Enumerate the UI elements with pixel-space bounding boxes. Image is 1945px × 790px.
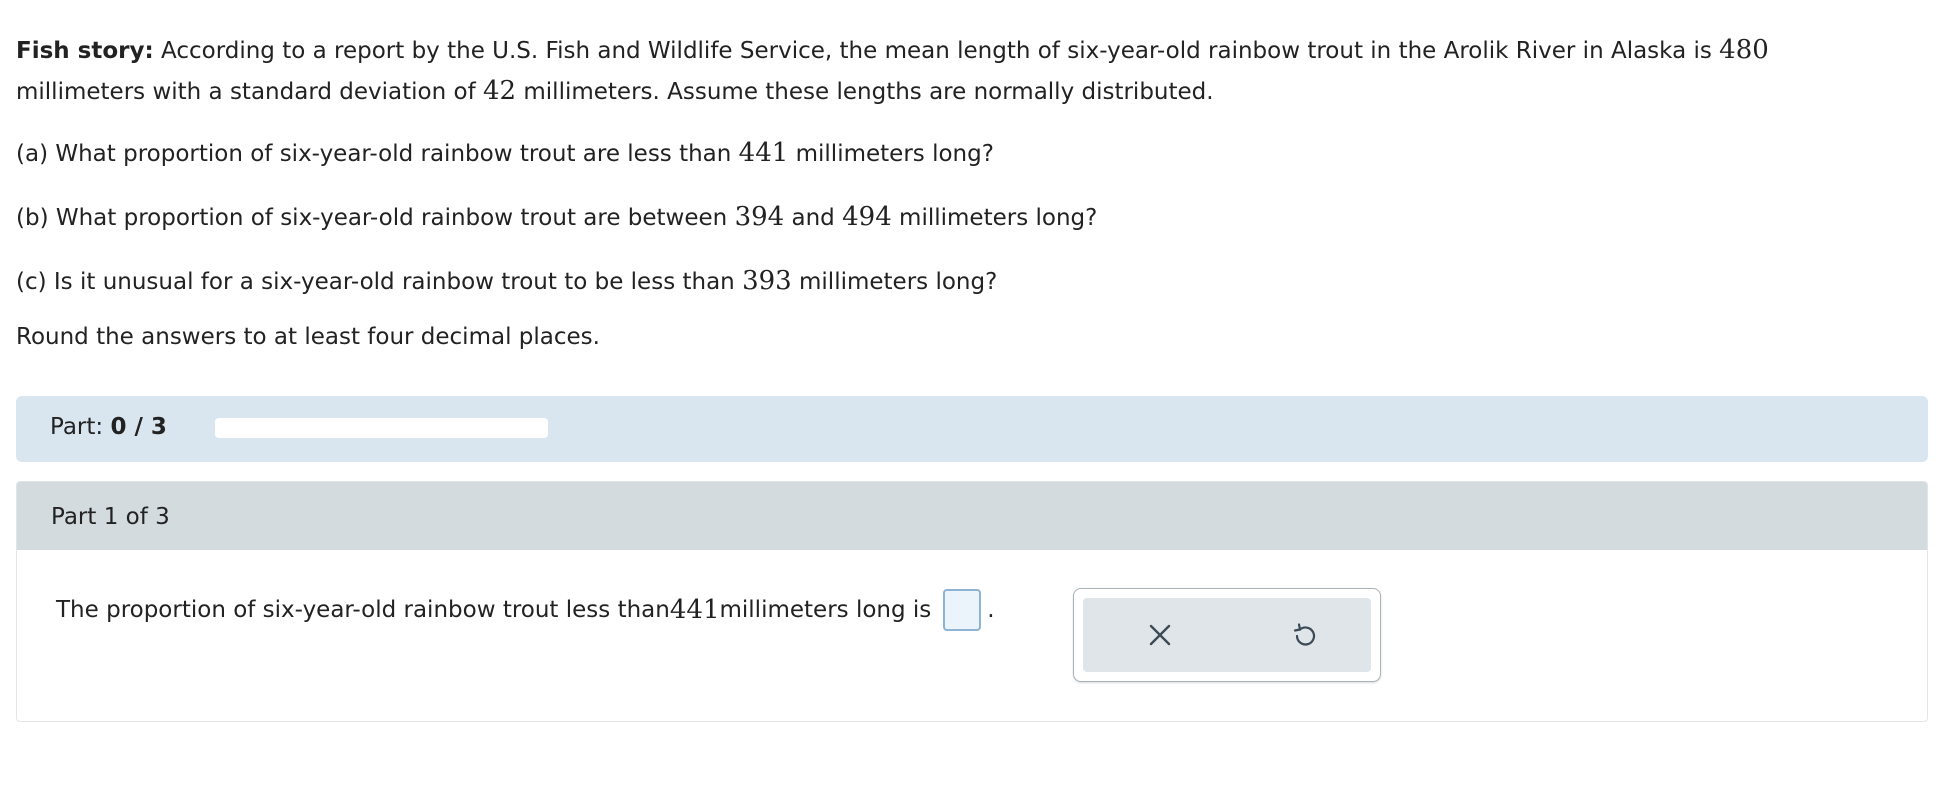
answer-tools-panel bbox=[1073, 588, 1381, 682]
clear-button[interactable] bbox=[1140, 615, 1180, 655]
answer-tools bbox=[1083, 598, 1371, 672]
part-card-header: Part 1 of 3 bbox=[17, 482, 1927, 550]
question-b: (b) What proportion of six-year-old rain… bbox=[16, 202, 1098, 232]
problem-statement: Fish story: According to a report by the… bbox=[16, 30, 1916, 350]
progress-track bbox=[215, 418, 548, 438]
undo-icon bbox=[1293, 623, 1316, 646]
part-card: Part 1 of 3 The proportion of six-year-o… bbox=[16, 481, 1928, 722]
question-c: (c) Is it unusual for a six-year-old rai… bbox=[16, 266, 998, 296]
part-title: Part 1 of 3 bbox=[51, 504, 170, 530]
answer-value: 441 bbox=[669, 595, 720, 625]
std-dev-value: 42 bbox=[482, 76, 517, 106]
rounding-note: Round the answers to at least four decim… bbox=[16, 324, 600, 350]
close-icon bbox=[1149, 624, 1171, 646]
mean-value: 480 bbox=[1719, 35, 1769, 65]
part-progress-bar: Part: 0 / 3 bbox=[16, 396, 1928, 462]
undo-button[interactable] bbox=[1285, 615, 1325, 655]
problem-intro: Fish story: According to a report by the… bbox=[16, 35, 1769, 106]
question-a: (a) What proportion of six-year-old rain… bbox=[16, 138, 994, 168]
part-progress-count: 0 / 3 bbox=[110, 414, 167, 440]
problem-heading: Fish story: bbox=[16, 38, 154, 64]
part-progress-label: Part: 0 / 3 bbox=[50, 414, 167, 440]
answer-line: The proportion of six-year-old rainbow t… bbox=[56, 589, 995, 631]
answer-input[interactable] bbox=[943, 589, 982, 631]
